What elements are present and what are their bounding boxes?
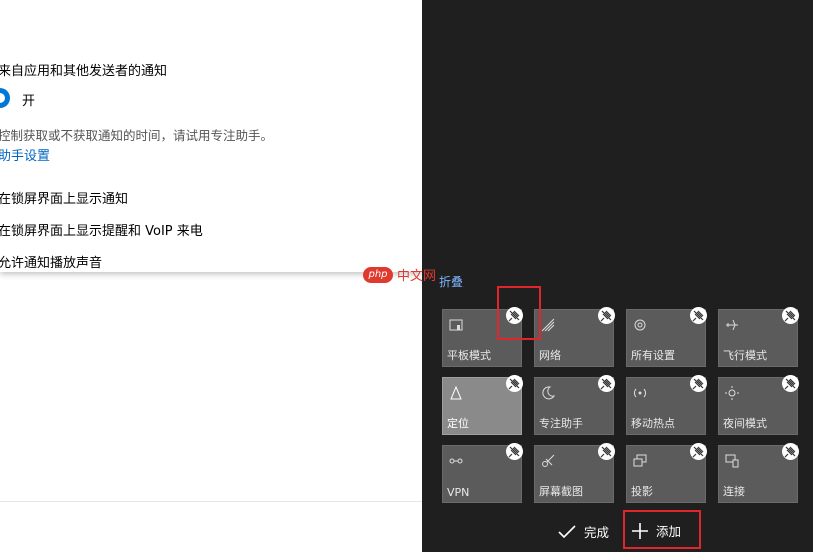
tile-label: 所有设置 bbox=[631, 349, 675, 362]
unpin-icon bbox=[600, 310, 612, 322]
watermark: php 中文网 bbox=[363, 265, 436, 284]
toggle-state-label: 开 bbox=[22, 94, 36, 109]
unpin-button[interactable] bbox=[690, 307, 707, 324]
unpin-button[interactable] bbox=[782, 375, 799, 392]
connect-icon bbox=[725, 454, 739, 468]
pin-highlight-box bbox=[497, 286, 541, 340]
unpin-icon bbox=[784, 310, 796, 322]
notifications-label: 来自应用和其他发送者的通知 bbox=[0, 64, 168, 79]
focus-assist-hint: 控制获取或不获取通知的时间，请试用专注助手。 bbox=[0, 128, 274, 143]
unpin-button[interactable] bbox=[598, 375, 615, 392]
hotspot-icon bbox=[634, 388, 646, 398]
unpin-icon bbox=[692, 378, 704, 390]
settings-window: ] 来自应用和其他发送者的通知 开 控制获取或不获取通知的时间，请试用专注助手。… bbox=[0, 0, 422, 552]
brightness-icon bbox=[725, 386, 739, 400]
unpin-button[interactable] bbox=[506, 375, 523, 392]
vpn-icon bbox=[449, 458, 463, 464]
focus-assist-settings-link[interactable]: 助手设置 bbox=[0, 145, 50, 164]
unpin-button[interactable] bbox=[690, 375, 707, 392]
unpin-button[interactable] bbox=[598, 307, 615, 324]
project-icon bbox=[633, 454, 647, 467]
lock-screen-voip-option[interactable]: 在锁屏界面上显示提醒和 VoIP 来电 bbox=[0, 220, 203, 239]
snip-icon bbox=[542, 454, 555, 467]
unpin-icon bbox=[784, 378, 796, 390]
unpin-button[interactable] bbox=[782, 443, 799, 460]
collapse-link[interactable]: 折叠 bbox=[439, 273, 463, 290]
unpin-icon bbox=[692, 310, 704, 322]
tile-label: 投影 bbox=[631, 485, 653, 498]
unpin-icon bbox=[692, 446, 704, 458]
divider bbox=[0, 501, 422, 502]
tablet-mode-icon bbox=[449, 319, 463, 331]
airplane-icon bbox=[726, 319, 738, 331]
tile-label: 移动热点 bbox=[631, 417, 675, 430]
unpin-button[interactable] bbox=[782, 307, 799, 324]
unpin-icon bbox=[784, 446, 796, 458]
tile-label: 平板模式 bbox=[447, 349, 491, 362]
settings-gear-icon bbox=[634, 319, 646, 331]
done-button[interactable]: 完成 bbox=[558, 522, 609, 541]
add-label: 添加 bbox=[656, 524, 682, 539]
watermark-logo: php bbox=[363, 266, 393, 283]
plus-icon bbox=[632, 522, 648, 539]
add-button[interactable]: 添加 bbox=[632, 521, 681, 540]
unpin-button[interactable] bbox=[598, 443, 615, 460]
tile-label: 飞行模式 bbox=[723, 349, 767, 362]
checkmark-icon bbox=[558, 524, 576, 538]
unpin-icon bbox=[508, 446, 520, 458]
unpin-button[interactable] bbox=[506, 443, 523, 460]
tile-label: 专注助手 bbox=[539, 417, 583, 430]
page-heading-fragment: ] bbox=[0, 14, 1, 35]
unpin-icon bbox=[600, 378, 612, 390]
network-icon bbox=[541, 318, 555, 332]
lock-screen-notifications-option[interactable]: 在锁屏界面上显示通知 bbox=[0, 188, 128, 207]
unpin-icon bbox=[508, 378, 520, 390]
watermark-text: 中文网 bbox=[397, 269, 437, 284]
tile-label: 连接 bbox=[723, 485, 745, 498]
tile-label: 定位 bbox=[447, 417, 469, 430]
tile-label: 夜间模式 bbox=[723, 417, 767, 430]
tile-label: VPN bbox=[447, 486, 470, 499]
unpin-button[interactable] bbox=[690, 443, 707, 460]
done-label: 完成 bbox=[584, 525, 610, 540]
moon-icon bbox=[542, 386, 555, 400]
notification-sounds-option[interactable]: 允许通知播放声音 bbox=[0, 252, 102, 271]
tile-label: 网络 bbox=[539, 349, 561, 362]
tile-label: 屏幕截图 bbox=[539, 485, 583, 498]
location-icon bbox=[450, 386, 462, 400]
unpin-icon bbox=[600, 446, 612, 458]
